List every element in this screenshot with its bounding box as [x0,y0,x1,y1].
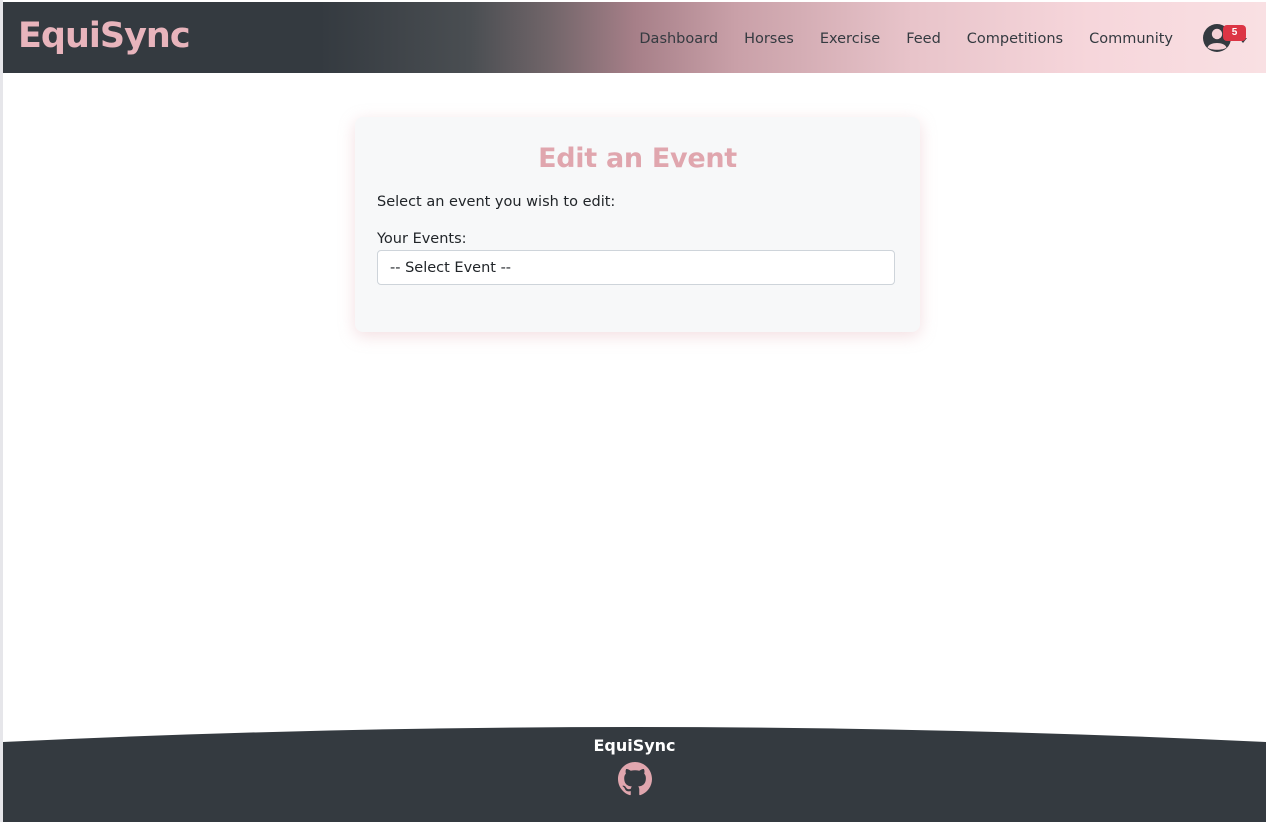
nav-links: Dashboard Horses Exercise Feed Competiti… [626,29,1186,49]
event-select[interactable]: -- Select Event -- [377,250,895,285]
navbar: EquiSync Dashboard Horses Exercise Feed … [3,2,1266,73]
events-label: Your Events: [377,231,467,247]
nav-competitions[interactable]: Competitions [954,29,1076,49]
footer-brand: EquiSync [593,736,676,755]
footer: EquiSync [3,726,1266,822]
nav-exercise[interactable]: Exercise [807,29,893,49]
nav-feed[interactable]: Feed [893,29,954,49]
github-icon[interactable] [618,762,652,796]
nav-horses[interactable]: Horses [731,29,807,49]
page-title: Edit an Event [538,143,737,174]
notification-badge: 5 [1223,25,1246,41]
brand-logo[interactable]: EquiSync [18,14,191,58]
user-menu-dropdown[interactable]: 5 [1202,23,1248,55]
page: EquiSync Dashboard Horses Exercise Feed … [0,0,1266,822]
nav-dashboard[interactable]: Dashboard [626,29,731,49]
edit-event-card: Edit an Event Select an event you wish t… [355,117,920,332]
instruction-text: Select an event you wish to edit: [377,194,616,210]
nav-community[interactable]: Community [1076,29,1186,49]
event-select-value: -- Select Event -- [390,259,512,276]
